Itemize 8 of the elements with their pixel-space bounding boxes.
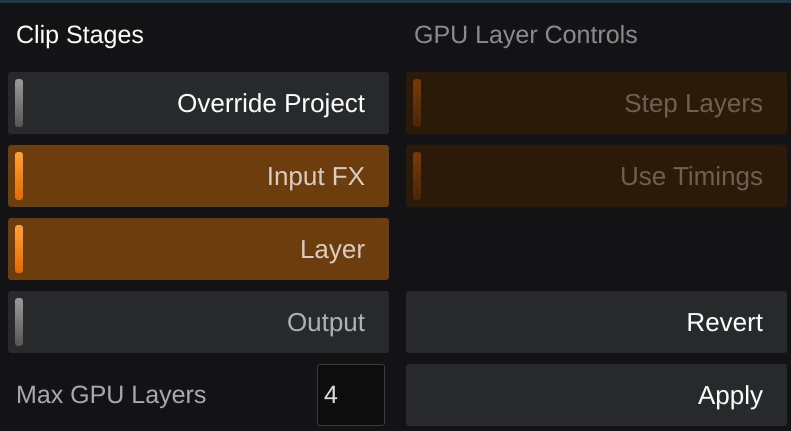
field-label: Max GPU Layers	[16, 380, 206, 410]
section-title: Clip Stages	[15, 20, 145, 50]
toggle-button[interactable]: Override Project	[8, 72, 389, 134]
toggle-button[interactable]: Layer	[8, 218, 389, 280]
section-title: GPU Layer Controls	[413, 20, 639, 50]
input-field[interactable]: 4	[317, 364, 385, 426]
toggle-button[interactable]: Output	[8, 291, 389, 353]
toggle-button[interactable]: Input FX	[8, 145, 389, 207]
